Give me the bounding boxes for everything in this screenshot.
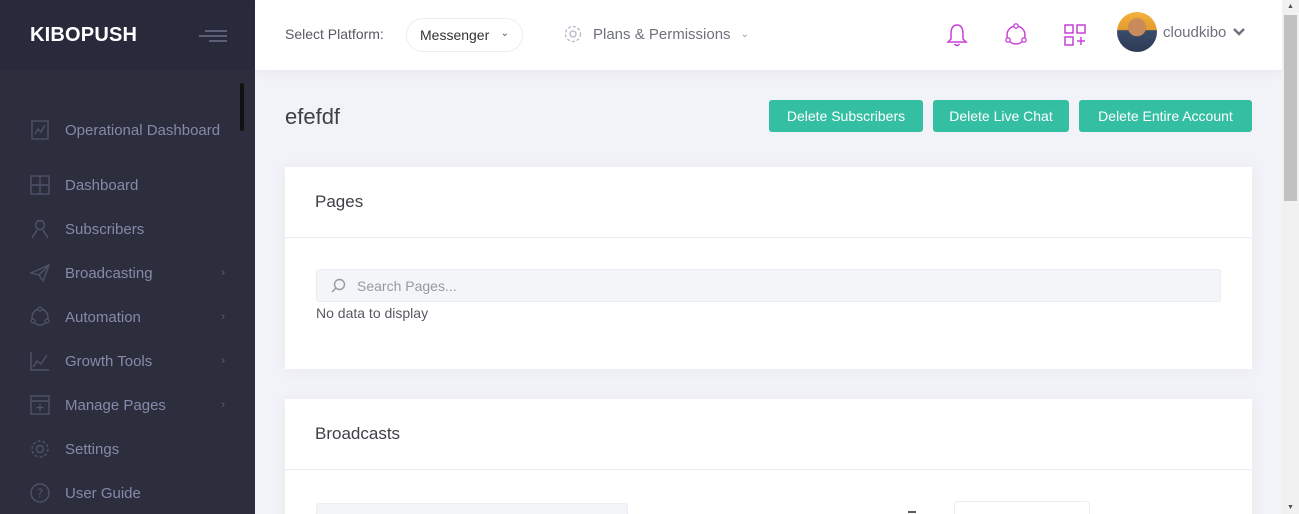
platform-select-value: Messenger	[420, 27, 490, 43]
sidebar-item-label: Broadcasting	[65, 264, 153, 282]
pages-panel-title: Pages	[285, 167, 1252, 238]
search-pages-input[interactable]	[357, 277, 1157, 294]
share-network-icon[interactable]	[1003, 22, 1029, 48]
sidebar-item-automation[interactable]: Automation ›	[0, 295, 255, 339]
delete-live-chat-button[interactable]: Delete Live Chat	[933, 100, 1069, 132]
sidebar-item-label: Subscribers	[65, 220, 145, 238]
sidebar-item-operational-dashboard[interactable]: Operational Dashboard	[0, 97, 255, 163]
grid-icon	[30, 175, 50, 195]
apps-icon[interactable]	[1062, 22, 1088, 48]
platform-select[interactable]: Messenger ⌄	[406, 18, 523, 52]
scrollbar-thumb[interactable]	[1284, 15, 1297, 201]
delete-entire-account-button[interactable]: Delete Entire Account	[1079, 100, 1252, 132]
chevron-right-icon: ›	[221, 311, 225, 323]
scroll-up-icon[interactable]: ▲	[1287, 3, 1294, 10]
chevron-down-icon: ⌄	[500, 28, 509, 39]
chevron-right-icon: ›	[221, 267, 225, 279]
line-chart-icon	[31, 120, 49, 140]
gear-icon	[31, 440, 49, 458]
chevron-down-icon: ⌄	[740, 28, 749, 40]
sidebar-item-label: Growth Tools	[65, 352, 153, 370]
search-icon	[331, 278, 346, 292]
scroll-down-icon[interactable]: ▼	[1287, 504, 1294, 511]
broadcast-filter-select[interactable]	[954, 501, 1090, 514]
page-title: efefdf	[285, 104, 341, 129]
sidebar-item-label: Operational Dashboard	[65, 121, 221, 139]
bar-chart-icon	[30, 352, 49, 371]
paper-plane-icon	[29, 263, 51, 283]
broadcasts-panel-title: Broadcasts	[285, 399, 1252, 470]
plans-permissions-label: Plans & Permissions	[593, 25, 731, 43]
delete-subscribers-button[interactable]: Delete Subscribers	[769, 100, 923, 132]
sidebar-item-broadcasting[interactable]: Broadcasting ›	[0, 251, 255, 295]
hamburger-menu-icon[interactable]	[199, 25, 227, 45]
sidebar-item-subscribers[interactable]: Subscribers	[0, 207, 255, 251]
chevron-down-icon	[1233, 28, 1246, 36]
search-pages-box[interactable]	[316, 269, 1221, 302]
avatar	[1117, 12, 1157, 52]
bell-icon[interactable]	[944, 22, 970, 48]
brand-logo[interactable]: KIBOPUSH	[30, 24, 137, 47]
question-icon: ?	[30, 483, 50, 503]
sidebar-item-label: Manage Pages	[65, 396, 166, 414]
sidebar-item-label: Automation	[65, 308, 141, 326]
platform-label: Select Platform:	[285, 26, 384, 42]
svg-text:?: ?	[37, 487, 43, 501]
sidebar: KIBOPUSH Operational Dashboard Dashboard…	[0, 0, 255, 514]
search-broadcasts-input[interactable]	[316, 503, 628, 514]
username: cloudkibo	[1163, 23, 1227, 41]
filter-separator	[908, 511, 916, 513]
sidebar-item-growth-tools[interactable]: Growth Tools ›	[0, 339, 255, 383]
user-menu[interactable]: cloudkibo	[1117, 12, 1246, 52]
sidebar-item-settings[interactable]: Settings	[0, 427, 255, 471]
empty-state-text: No data to display	[316, 305, 429, 321]
sidebar-item-dashboard[interactable]: Dashboard	[0, 163, 255, 207]
sidebar-item-label: Dashboard	[65, 176, 139, 194]
plans-permissions-dropdown[interactable]: Plans & Permissions ⌄	[563, 24, 749, 44]
sidebar-item-label: Settings	[65, 440, 120, 458]
user-icon	[31, 219, 49, 239]
chevron-right-icon: ›	[221, 355, 225, 367]
sidebar-menu: Operational Dashboard Dashboard Subscrib…	[0, 97, 255, 514]
network-icon	[30, 306, 50, 326]
add-page-icon	[30, 395, 50, 415]
sidebar-item-label: User Guide	[65, 484, 141, 502]
sidebar-item-manage-pages[interactable]: Manage Pages ›	[0, 383, 255, 427]
gear-icon	[564, 25, 582, 43]
brand-bar: KIBOPUSH	[0, 0, 255, 70]
broadcasts-panel: Broadcasts	[285, 399, 1252, 514]
page-scrollbar[interactable]: ▲ ▼	[1282, 0, 1299, 514]
top-header: Select Platform: Messenger ⌄ Plans & Per…	[255, 0, 1282, 70]
chevron-right-icon: ›	[221, 399, 225, 411]
sidebar-item-user-guide[interactable]: ? User Guide	[0, 471, 255, 514]
pages-panel: Pages No data to display	[285, 167, 1252, 369]
